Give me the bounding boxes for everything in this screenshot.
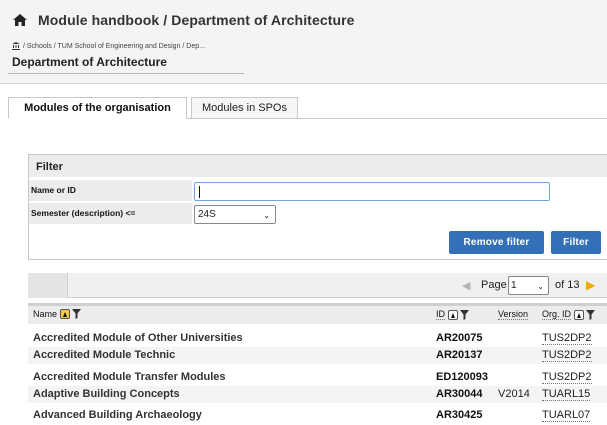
name-or-id-label: Name or ID: [29, 180, 192, 201]
page-label: Page: [481, 279, 507, 291]
bank-icon[interactable]: [12, 42, 20, 50]
filter-funnel-icon[interactable]: [72, 309, 82, 319]
col-header-version[interactable]: Version: [498, 309, 529, 320]
module-org-id[interactable]: TUARL15: [542, 388, 591, 401]
tab-modules-of-organisation[interactable]: Modules of the organisation: [8, 97, 187, 119]
filter-button[interactable]: Filter: [551, 231, 601, 254]
page-title: Module handbook / Department of Architec…: [38, 12, 355, 28]
table-row: Accredited Module of Other Universities …: [28, 330, 607, 347]
home-icon[interactable]: [12, 13, 28, 27]
module-id: ED120093: [436, 371, 488, 383]
sort-asc-icon[interactable]: [574, 309, 585, 320]
table-row: Advanced Building Archaeology AR30425 TU…: [28, 407, 607, 424]
module-id: AR30425: [436, 409, 483, 421]
module-id: AR30044: [436, 388, 483, 400]
module-name-link[interactable]: Accredited Module Technic: [33, 349, 175, 361]
table-row: Adaptive Building Concepts AR30044 V2014…: [28, 386, 607, 403]
module-version: V2014: [498, 388, 530, 400]
filter-funnel-icon[interactable]: [460, 309, 469, 320]
name-or-id-input[interactable]: [194, 182, 550, 201]
module-id: AR20137: [436, 349, 483, 361]
org-title: Department of Architecture: [12, 55, 167, 69]
pager-spacer: [28, 273, 68, 298]
chevron-down-icon: ⌄: [263, 211, 270, 220]
sort-asc-icon[interactable]: [60, 309, 71, 319]
col-header-org-id[interactable]: Org. ID: [542, 309, 596, 320]
filter-heading: Filter: [29, 155, 607, 177]
module-name-link[interactable]: Adaptive Building Concepts: [33, 388, 180, 400]
table-row: Accredited Module Transfer Modules ED120…: [28, 369, 607, 386]
module-id: AR20075: [436, 332, 483, 344]
page-select-value: 1: [511, 280, 517, 291]
module-org-id[interactable]: TUS2DP2: [542, 371, 592, 384]
chevron-down-icon: ⌄: [537, 282, 544, 291]
col-id-label: ID: [436, 309, 445, 320]
breadcrumb: / Schools / TUM School of Engineering an…: [12, 42, 205, 50]
pager-bar: ◀ Page 1 ⌄ of 13 ▶: [28, 273, 607, 298]
next-page-icon[interactable]: ▶: [586, 278, 595, 292]
col-header-id[interactable]: ID: [436, 309, 469, 320]
table-row: Accredited Module Technic AR20137 TUS2DP…: [28, 347, 607, 364]
text-caret: [199, 186, 200, 198]
filter-panel: Filter Name or ID Semester (description)…: [28, 154, 607, 260]
page-select[interactable]: 1 ⌄: [508, 276, 549, 295]
sort-asc-icon[interactable]: [448, 309, 458, 320]
module-org-id[interactable]: TUARL07: [542, 409, 591, 422]
prev-page-icon[interactable]: ◀: [462, 279, 470, 292]
module-org-id[interactable]: TUS2DP2: [542, 349, 592, 362]
module-name-link[interactable]: Advanced Building Archaeology: [33, 409, 202, 421]
semester-select[interactable]: 24S ⌄: [194, 205, 276, 224]
semester-label: Semester (description) <=: [29, 203, 192, 224]
breadcrumb-path[interactable]: / Schools / TUM School of Engineering an…: [23, 43, 205, 50]
remove-filter-button[interactable]: Remove filter: [449, 231, 544, 254]
page-header: Module handbook / Department of Architec…: [0, 0, 607, 84]
col-version-label: Version: [498, 309, 529, 320]
title-row: Module handbook / Department of Architec…: [12, 12, 355, 28]
col-header-name[interactable]: Name: [33, 309, 82, 319]
semester-value: 24S: [198, 209, 216, 220]
col-org-label: Org. ID: [542, 309, 572, 320]
table-header: Name ID Version Org. ID: [28, 303, 607, 324]
module-name-link[interactable]: Accredited Module Transfer Modules: [33, 371, 226, 383]
tab-modules-in-spos[interactable]: Modules in SPOs: [191, 97, 298, 119]
page-count: of 13: [555, 279, 580, 291]
filter-funnel-icon[interactable]: [586, 309, 596, 320]
module-org-id[interactable]: TUS2DP2: [542, 332, 592, 345]
module-name-link[interactable]: Accredited Module of Other Universities: [33, 332, 243, 344]
org-title-divider: [8, 73, 244, 74]
col-name-label: Name: [33, 309, 58, 319]
